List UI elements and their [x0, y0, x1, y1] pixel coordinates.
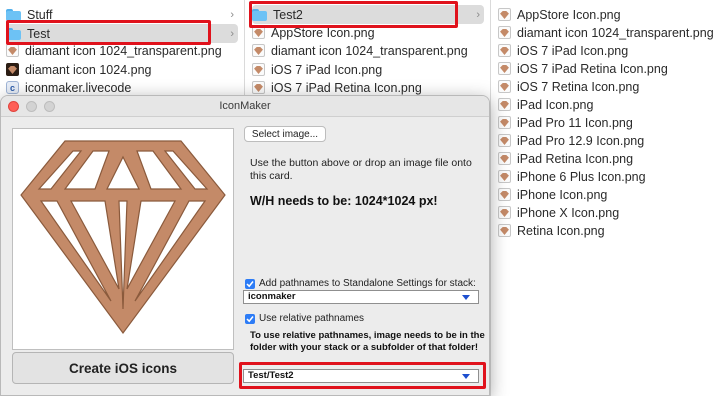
checkmark-icon [246, 316, 254, 323]
minimize-window-button[interactable] [26, 101, 37, 112]
item-label: iPhone 6 Plus Icon.png [517, 169, 646, 184]
finder-column-3: AppStore Icon.png diamant icon 1024_trans… [492, 0, 717, 396]
item-label: diamant icon 1024.png [25, 62, 152, 77]
dark-image-file-icon [6, 63, 19, 76]
chevron-right-icon: › [230, 27, 234, 40]
list-item-file[interactable]: iOS 7 iPad Icon.png [498, 41, 711, 60]
png-file-icon [498, 98, 511, 111]
png-file-icon [252, 81, 265, 94]
item-label: AppStore Icon.png [271, 25, 375, 40]
list-item-file[interactable]: iPad Retina Icon.png [498, 149, 711, 168]
relative-pathnames-note: To use relative pathnames, image needs t… [250, 330, 485, 353]
stack-dropdown[interactable]: iconmaker [243, 290, 479, 304]
image-preview-area[interactable] [12, 128, 234, 350]
list-item-file[interactable]: iOS 7 Retina Icon.png [498, 77, 711, 96]
png-file-icon [6, 44, 19, 57]
chevron-right-icon: › [230, 8, 234, 21]
list-item-file[interactable]: diamant icon 1024.png [6, 60, 238, 79]
select-image-button[interactable]: Select image... [244, 126, 326, 142]
png-file-icon [498, 80, 511, 93]
size-requirement-text: W/H needs to be: 1024*1024 px! [250, 194, 438, 208]
list-item-file[interactable]: iPad Icon.png [498, 95, 711, 114]
png-file-icon [252, 63, 265, 76]
iconmaker-window: IconMaker Create iOS icons Select image.… [0, 95, 490, 396]
window-titlebar[interactable]: IconMaker [1, 96, 489, 117]
item-label: iconmaker.livecode [25, 80, 132, 95]
item-label: iPad Icon.png [517, 97, 594, 112]
png-file-icon [498, 8, 511, 21]
list-item-file[interactable]: iPhone X Icon.png [498, 203, 711, 222]
folder-dropdown-value: Test/Test2 [248, 370, 294, 381]
list-item-file[interactable]: iOS 7 iPad Retina Icon.png [498, 59, 711, 78]
dropdown-arrow-icon [462, 374, 470, 379]
chevron-right-icon: › [476, 8, 480, 21]
item-label: diamant icon 1024_transparent.png [271, 43, 468, 58]
item-label: iOS 7 iPad Retina Icon.png [271, 80, 422, 95]
item-label: Test2 [273, 7, 303, 22]
diamond-image [20, 140, 226, 335]
item-label: Retina Icon.png [517, 223, 605, 238]
list-item-file[interactable]: iPhone Icon.png [498, 185, 711, 204]
list-item-file[interactable]: diamant icon 1024_transparent.png [498, 23, 714, 42]
item-label: iOS 7 iPad Retina Icon.png [517, 61, 668, 76]
zoom-window-button[interactable] [44, 101, 55, 112]
list-item-folder[interactable]: Stuff › [6, 5, 238, 24]
item-label: iPhone X Icon.png [517, 205, 620, 220]
item-label: iPhone Icon.png [517, 187, 608, 202]
png-file-icon [498, 62, 511, 75]
dropdown-arrow-icon [462, 295, 470, 300]
item-label: diamant icon 1024_transparent.png [25, 43, 222, 58]
png-file-icon [498, 44, 511, 57]
list-item-file[interactable]: AppStore Icon.png [252, 23, 484, 42]
close-window-button[interactable] [8, 101, 19, 112]
item-label: iPad Pro 11 Icon.png [517, 115, 633, 130]
png-file-icon [498, 224, 511, 237]
instructions-text: Use the button above or drop an image fi… [250, 157, 472, 182]
standalone-settings-label: Add pathnames to Standalone Settings for… [259, 278, 476, 289]
png-file-icon [498, 152, 511, 165]
list-item-file[interactable]: diamant icon 1024_transparent.png [6, 41, 238, 60]
png-file-icon [498, 26, 511, 39]
list-item-file[interactable]: iPad Pro 11 Icon.png [498, 113, 711, 132]
png-file-icon [252, 44, 265, 57]
folder-icon [6, 8, 21, 21]
png-file-icon [498, 188, 511, 201]
checkmark-icon [246, 281, 254, 288]
list-item-folder-selected[interactable]: Test2 › [252, 5, 484, 24]
relative-pathnames-label: Use relative pathnames [259, 313, 365, 324]
folder-icon [252, 8, 267, 21]
list-item-file[interactable]: iOS 7 iPad Icon.png [252, 60, 484, 79]
stack-dropdown-value: iconmaker [248, 291, 296, 302]
png-file-icon [252, 26, 265, 39]
list-item-file[interactable]: AppStore Icon.png [498, 5, 711, 24]
item-label: iOS 7 iPad Icon.png [517, 43, 629, 58]
item-label: Stuff [27, 7, 53, 22]
item-label: diamant icon 1024_transparent.png [517, 25, 714, 40]
list-item-file[interactable]: iPad Pro 12.9 Icon.png [498, 131, 711, 150]
folder-icon [6, 27, 21, 40]
item-label: AppStore Icon.png [517, 7, 621, 22]
item-label: iOS 7 Retina Icon.png [517, 79, 640, 94]
item-label: iOS 7 iPad Icon.png [271, 62, 383, 77]
list-item-file[interactable]: diamant icon 1024_transparent.png [252, 41, 484, 60]
item-label: iPad Retina Icon.png [517, 151, 634, 166]
png-file-icon [498, 116, 511, 129]
list-item-file[interactable]: Retina Icon.png [498, 221, 711, 240]
png-file-icon [498, 170, 511, 183]
livecode-file-icon: c [6, 81, 19, 94]
png-file-icon [498, 206, 511, 219]
create-ios-icons-button[interactable]: Create iOS icons [12, 352, 234, 384]
window-title: IconMaker [219, 100, 271, 112]
relative-pathnames-checkbox[interactable] [245, 314, 255, 324]
png-file-icon [498, 134, 511, 147]
list-item-file[interactable]: iPhone 6 Plus Icon.png [498, 167, 711, 186]
item-label: iPad Pro 12.9 Icon.png [517, 133, 645, 148]
folder-dropdown[interactable]: Test/Test2 [243, 369, 479, 383]
item-label: Test [27, 26, 50, 41]
standalone-settings-checkbox[interactable] [245, 279, 255, 289]
